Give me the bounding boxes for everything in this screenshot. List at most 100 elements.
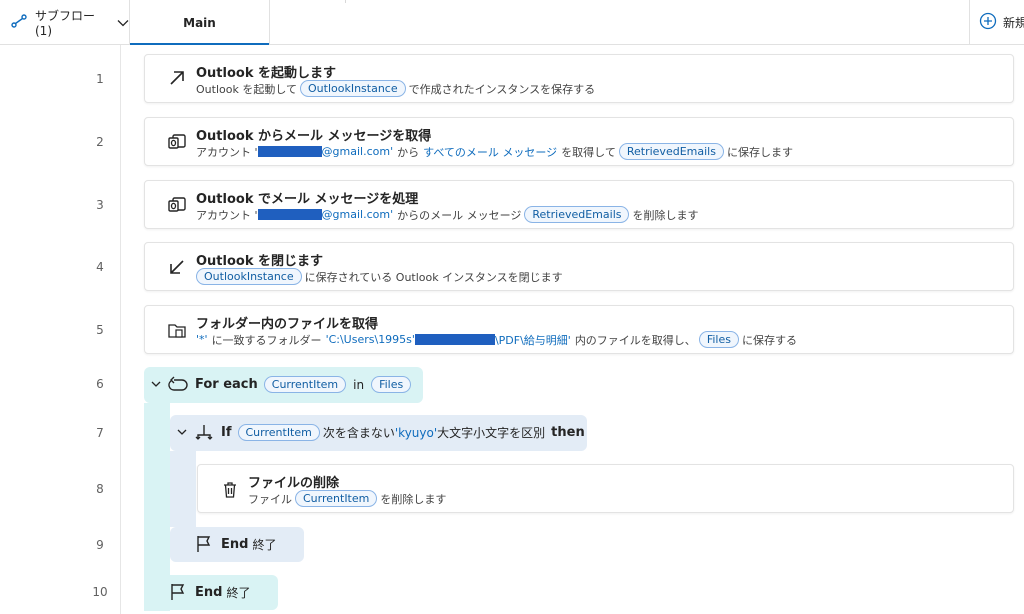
- desc-text: アカウント ': [196, 208, 258, 222]
- action-description: Outlook を起動して OutlookInstance で作成されたインスタ…: [196, 80, 595, 97]
- flag-icon: [168, 582, 188, 602]
- desc-text: ファイル: [248, 492, 292, 506]
- if-title: If CurrentItem 次を含まない 'kyuyo' 大文字小文字を区別 …: [221, 424, 585, 441]
- redacted-path: [414, 334, 495, 345]
- email-domain: @gmail.com': [321, 145, 394, 158]
- outlook-icon: [167, 195, 187, 215]
- if-block[interactable]: If CurrentItem 次を含まない 'kyuyo' 大文字小文字を区別 …: [170, 415, 587, 451]
- action-title: Outlook でメール メッセージを処理: [196, 192, 419, 207]
- line-number: 4: [96, 260, 104, 274]
- desc-text: から: [397, 145, 420, 159]
- variable-chip[interactable]: CurrentItem: [263, 376, 347, 393]
- new-label: 新規: [1003, 16, 1024, 30]
- condition-text: 次を含まない: [322, 426, 395, 440]
- email-domain: @gmail.com': [321, 208, 394, 221]
- divider: [345, 0, 346, 3]
- launch-arrow-icon: [167, 68, 187, 88]
- folder-link[interactable]: すべてのメール メッセージ: [423, 144, 557, 160]
- line-number: 1: [96, 72, 104, 86]
- files-icon: [167, 321, 187, 341]
- line-number: 8: [96, 482, 104, 496]
- end-title: End 終了: [195, 584, 254, 601]
- foreach-title: For each CurrentItem in Files: [195, 376, 414, 393]
- desc-text: 内のファイルを取得し、: [574, 333, 696, 347]
- action-description: アカウント ' @gmail.com' から すべてのメール メッセージ を取得…: [196, 143, 793, 160]
- desc-text: に保存する: [741, 333, 797, 347]
- variable-chip[interactable]: RetrievedEmails: [618, 143, 724, 160]
- variable-chip[interactable]: RetrievedEmails: [524, 206, 630, 223]
- action-title: Outlook を起動します: [196, 66, 337, 81]
- desc-text: を削除します: [632, 208, 699, 222]
- pattern-value: '*': [196, 333, 208, 346]
- action-retrieve-emails[interactable]: Outlook からメール メッセージを取得 アカウント ' @gmail.co…: [144, 117, 1014, 166]
- variable-chip[interactable]: OutlookInstance: [300, 80, 406, 97]
- outlook-icon: [167, 132, 187, 152]
- subflow-label: サブフロー (1): [35, 9, 96, 38]
- end-title: End 終了: [221, 536, 280, 553]
- variable-chip[interactable]: CurrentItem: [237, 424, 320, 441]
- line-number: 6: [96, 377, 104, 391]
- keyword-then: then: [551, 425, 585, 440]
- line-number: 10: [92, 585, 108, 599]
- variable-chip[interactable]: CurrentItem: [295, 490, 378, 507]
- keyword: If: [221, 425, 232, 440]
- desc-text: からのメール メッセージ: [397, 208, 522, 222]
- line-number: 7: [96, 426, 104, 440]
- subflow-icon: [11, 14, 27, 31]
- trash-icon: [220, 480, 240, 500]
- case-text: 大文字小文字を区別: [437, 426, 546, 440]
- path-value: 'C:\Users\1995s': [325, 333, 415, 346]
- desc-text: に保存されている Outlook インスタンスを閉じます: [304, 270, 563, 284]
- chevron-down-icon[interactable]: [149, 376, 163, 390]
- desc-text: Outlook を起動して: [196, 82, 297, 96]
- variable-chip[interactable]: Files: [698, 331, 739, 348]
- subflow-dropdown[interactable]: サブフロー (1): [0, 0, 130, 45]
- flag-icon: [194, 534, 214, 554]
- condition-value: 'kyuyo': [394, 425, 438, 440]
- variable-chip[interactable]: Files: [371, 376, 412, 393]
- loop-icon: [168, 375, 188, 395]
- top-bar: サブフロー (1) Main 新規: [0, 0, 1024, 45]
- end-label: 終了: [226, 586, 251, 600]
- action-title: Outlook を閉じます: [196, 254, 324, 269]
- add-circle-icon: [979, 12, 997, 33]
- desc-text: で作成されたインスタンスを保存する: [408, 82, 596, 96]
- keyword-in: in: [353, 377, 365, 392]
- action-process-emails[interactable]: Outlook でメール メッセージを処理 アカウント ' @gmail.com…: [144, 180, 1014, 229]
- action-description: '*' に一致するフォルダー 'C:\Users\1995s' \PDF\給与明…: [196, 331, 797, 348]
- action-description: アカウント ' @gmail.com' からのメール メッセージ Retriev…: [196, 206, 698, 223]
- action-description: OutlookInstance に保存されている Outlook インスタンスを…: [193, 268, 563, 285]
- chevron-down-icon[interactable]: [175, 424, 189, 438]
- end-label: 終了: [252, 538, 277, 552]
- desc-text: に一致するフォルダー: [211, 333, 322, 347]
- close-arrow-icon: [167, 257, 187, 277]
- branch-icon: [194, 423, 214, 443]
- end-foreach-block[interactable]: End 終了: [144, 575, 278, 610]
- end-if-block[interactable]: End 終了: [170, 527, 304, 562]
- action-title: フォルダー内のファイルを取得: [196, 317, 379, 332]
- line-number: 5: [96, 323, 104, 337]
- line-number: 9: [96, 538, 104, 552]
- action-delete-file[interactable]: ファイルの削除 ファイル CurrentItem を削除します: [197, 464, 1014, 513]
- action-close-outlook[interactable]: Outlook を閉じます OutlookInstance に保存されている O…: [144, 242, 1014, 291]
- desc-text: に保存します: [726, 145, 793, 159]
- variable-chip[interactable]: OutlookInstance: [196, 268, 302, 285]
- action-title: ファイルの削除: [248, 476, 340, 491]
- action-description: ファイル CurrentItem を削除します: [248, 490, 446, 507]
- if-body-rail: [170, 451, 196, 527]
- line-number: 3: [96, 198, 104, 212]
- desc-text: を取得して: [561, 145, 616, 159]
- action-title: Outlook からメール メッセージを取得: [196, 129, 432, 144]
- action-launch-outlook[interactable]: Outlook を起動します Outlook を起動して OutlookInst…: [144, 54, 1014, 103]
- chevron-down-icon: [117, 16, 129, 30]
- redacted-account: [257, 209, 322, 220]
- foreach-block[interactable]: For each CurrentItem in Files: [144, 367, 423, 403]
- keyword: For each: [195, 377, 258, 392]
- action-get-files[interactable]: フォルダー内のファイルを取得 '*' に一致するフォルダー 'C:\Users\…: [144, 305, 1014, 354]
- desc-text: を削除します: [380, 492, 447, 506]
- new-subflow-button[interactable]: 新規: [969, 0, 1024, 45]
- redacted-account: [257, 146, 322, 157]
- keyword: End: [195, 585, 223, 600]
- path-value: \PDF\給与明細': [494, 333, 571, 347]
- tab-main[interactable]: Main: [130, 0, 270, 45]
